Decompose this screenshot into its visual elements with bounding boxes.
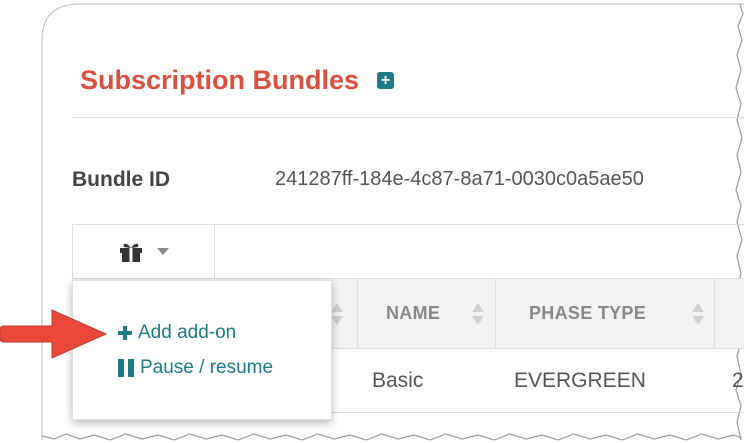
caret-down-icon xyxy=(156,248,169,255)
plus-square-icon: + xyxy=(380,71,391,89)
title-row: Subscription Bundles + xyxy=(80,60,395,100)
table-toolbar xyxy=(72,224,744,279)
cell-name: Basic xyxy=(372,368,424,392)
sort-icon xyxy=(692,303,704,325)
cell-next: 2 xyxy=(732,368,744,392)
column-header-phase-type[interactable]: PHASE TYPE xyxy=(495,279,714,348)
sort-icon xyxy=(472,303,484,325)
menu-item-add-add-on[interactable]: Add add-on xyxy=(118,320,236,346)
column-header-name[interactable]: NAME xyxy=(357,279,495,348)
bundle-id-value: 241287ff-184e-4c87-8a71-0030c0a5ae50 xyxy=(275,168,644,190)
title-divider xyxy=(72,117,744,118)
gift-icon xyxy=(119,243,142,262)
add-bundle-button[interactable]: + xyxy=(377,71,395,89)
column-header-label: NAME xyxy=(386,303,441,323)
screenshot-stage: Subscription Bundles + Bundle ID 241287f… xyxy=(0,0,744,443)
column-header-label: PHASE TYPE xyxy=(529,303,647,323)
actions-dropdown-toggle[interactable] xyxy=(73,225,215,279)
column-header-next[interactable] xyxy=(714,279,744,348)
menu-item-pause-resume[interactable]: Pause / resume xyxy=(118,355,273,381)
plus-icon xyxy=(118,326,132,340)
pause-icon xyxy=(118,359,134,377)
sort-icon xyxy=(331,303,343,325)
cell-phase-type: EVERGREEN xyxy=(514,368,646,392)
menu-item-label: Pause / resume xyxy=(140,357,274,378)
callout-arrow xyxy=(0,309,108,359)
menu-item-label: Add add-on xyxy=(138,322,237,343)
page-title: Subscription Bundles xyxy=(80,64,360,95)
bundle-id-label: Bundle ID xyxy=(72,168,170,191)
